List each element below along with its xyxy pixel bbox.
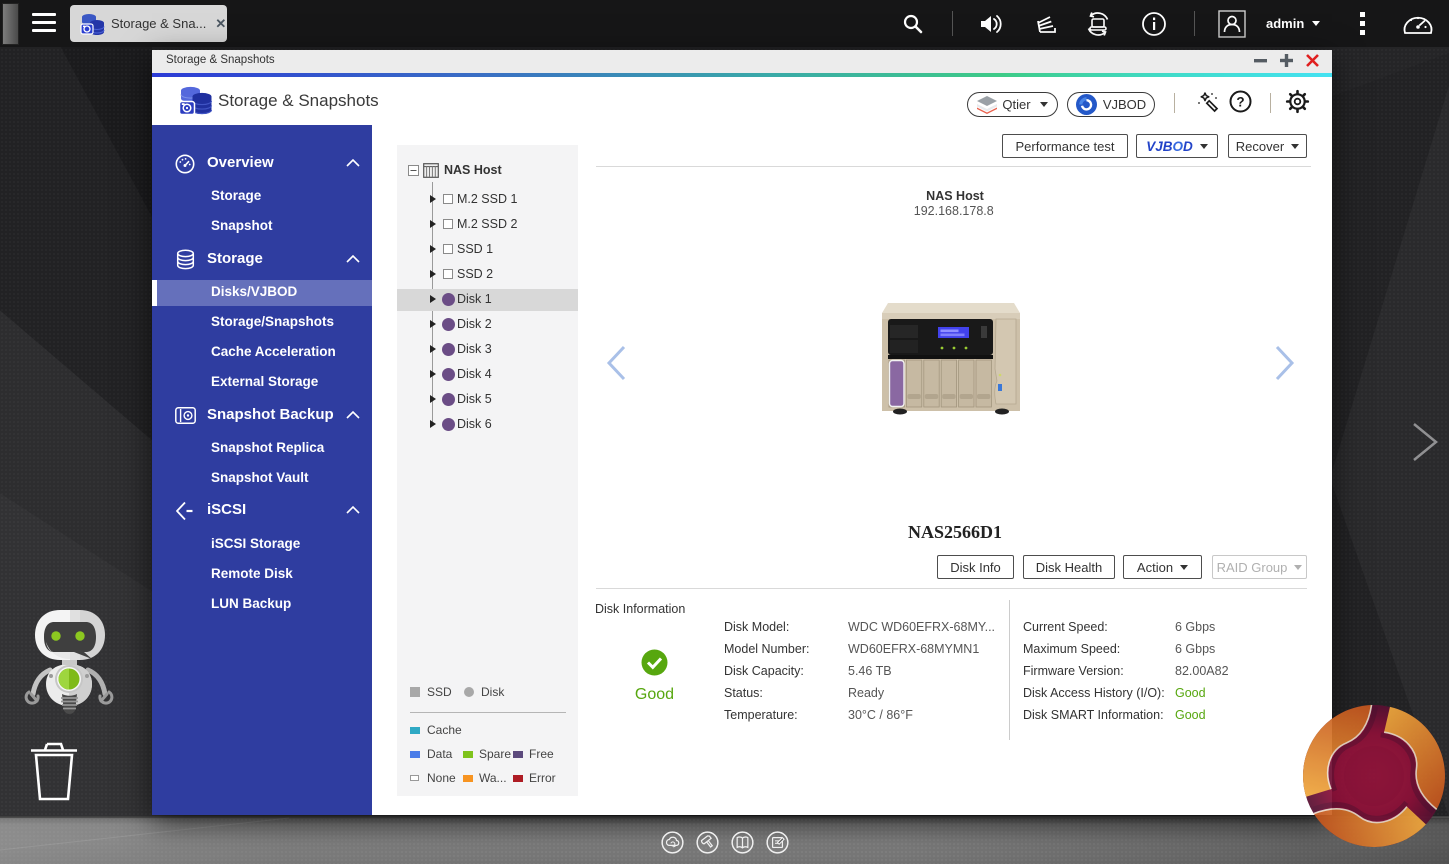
svg-text:?: ? bbox=[1236, 94, 1244, 109]
